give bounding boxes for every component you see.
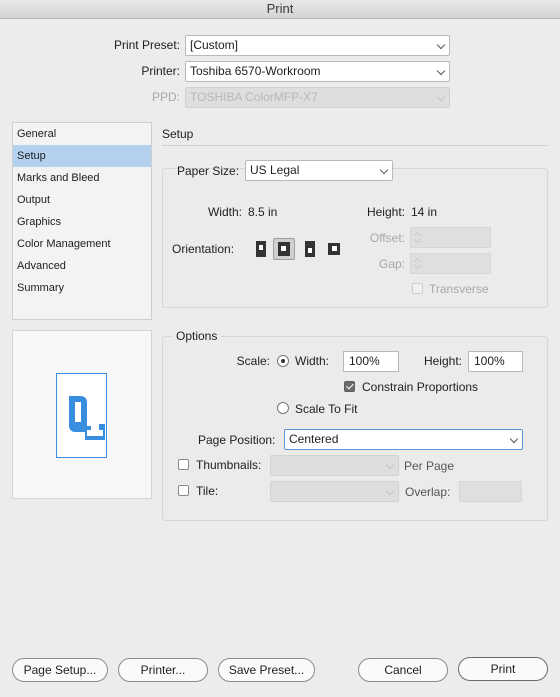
save-preset-button[interactable]: Save Preset... bbox=[218, 658, 315, 682]
gap-label: Gap: bbox=[378, 257, 405, 271]
sidebar-item-setup[interactable]: Setup bbox=[13, 145, 151, 167]
scale-width-field[interactable]: 100% bbox=[343, 351, 399, 372]
transverse-label: Transverse bbox=[429, 282, 489, 296]
page-position-value: Centered bbox=[289, 432, 339, 446]
preview-page bbox=[56, 373, 107, 458]
scale-width-radio[interactable] bbox=[277, 355, 289, 367]
tile-select bbox=[270, 481, 399, 502]
paper-width-label: Width: bbox=[207, 205, 242, 219]
printer-button[interactable]: Printer... bbox=[118, 658, 208, 682]
offset-label: Offset: bbox=[369, 231, 405, 245]
offset-field bbox=[410, 227, 491, 248]
print-button[interactable]: Print bbox=[458, 657, 548, 681]
sidebar-item-general[interactable]: General bbox=[13, 123, 151, 145]
scale-label: Scale: bbox=[236, 354, 270, 368]
sidebar-item-color-management[interactable]: Color Management bbox=[13, 233, 151, 255]
page-setup-button[interactable]: Page Setup... bbox=[12, 658, 108, 682]
cancel-button[interactable]: Cancel bbox=[358, 658, 448, 682]
options-section-title: Options bbox=[172, 328, 222, 344]
print-preset-select[interactable]: [Custom] bbox=[185, 35, 450, 56]
printer-label: Printer: bbox=[141, 64, 180, 78]
stepper-icon bbox=[414, 256, 422, 270]
ppd-value: TOSHIBA ColorMFP-X7 bbox=[190, 90, 318, 104]
thumbnails-checkbox[interactable] bbox=[178, 459, 189, 470]
portrait-orientation-button[interactable] bbox=[250, 238, 272, 260]
transverse-checkbox bbox=[412, 283, 423, 294]
chevron-down-icon bbox=[509, 434, 519, 444]
paper-height-label: Height: bbox=[366, 205, 405, 219]
chevron-down-icon bbox=[385, 486, 395, 496]
paper-size-value: US Legal bbox=[250, 163, 300, 177]
tile-label: Tile: bbox=[196, 484, 219, 498]
printer-select[interactable]: Toshiba 6570-Workroom bbox=[185, 61, 450, 82]
gap-field bbox=[410, 253, 491, 274]
portrait-icon bbox=[256, 241, 266, 257]
print-preset-value: [Custom] bbox=[190, 38, 239, 52]
chevron-down-icon bbox=[436, 40, 446, 50]
chevron-down-icon bbox=[436, 92, 446, 102]
thumbnails-select bbox=[270, 455, 399, 476]
scale-height-label: Height: bbox=[423, 354, 462, 368]
landscape-orientation-button[interactable] bbox=[273, 238, 295, 260]
tile-checkbox[interactable] bbox=[178, 485, 189, 496]
orientation-label: Orientation: bbox=[172, 242, 235, 256]
printer-value: Toshiba 6570-Workroom bbox=[190, 64, 321, 78]
print-preset-label: Print Preset: bbox=[113, 38, 180, 52]
paper-height-value: 14 in bbox=[411, 205, 438, 219]
sidebar-item-graphics[interactable]: Graphics bbox=[13, 211, 151, 233]
page-position-label: Page Position: bbox=[198, 433, 276, 447]
paper-size-label: Paper Size: bbox=[177, 164, 240, 178]
constrain-proportions-label: Constrain Proportions bbox=[362, 380, 479, 394]
scale-to-fit-radio[interactable] bbox=[277, 402, 289, 414]
thumbnails-label: Thumbnails: bbox=[196, 458, 262, 472]
scale-width-label: Width: bbox=[295, 354, 330, 368]
paper-size-select[interactable]: US Legal bbox=[245, 160, 393, 181]
sidebar-item-marks-and-bleed[interactable]: Marks and Bleed bbox=[13, 167, 151, 189]
sidebar-item-summary[interactable]: Summary bbox=[13, 277, 151, 299]
preview-content-icon bbox=[69, 396, 105, 440]
page-position-select[interactable]: Centered bbox=[284, 429, 523, 450]
category-sidebar: General Setup Marks and Bleed Output Gra… bbox=[12, 122, 152, 320]
window-title: Print bbox=[0, 0, 560, 19]
constrain-proportions-checkbox[interactable] bbox=[344, 381, 355, 392]
sidebar-item-advanced[interactable]: Advanced bbox=[13, 255, 151, 277]
paper-width-value: 8.5 in bbox=[248, 205, 278, 219]
page-preview bbox=[12, 330, 152, 499]
scale-to-fit-label: Scale To Fit bbox=[295, 402, 358, 416]
ppd-label: PPD: bbox=[151, 90, 180, 104]
reverse-portrait-orientation-button[interactable] bbox=[299, 238, 321, 260]
overlap-field bbox=[459, 481, 522, 502]
landscape-icon bbox=[278, 242, 290, 256]
scale-height-field[interactable]: 100% bbox=[468, 351, 523, 372]
overlap-label: Overlap: bbox=[405, 485, 451, 499]
chevron-down-icon bbox=[385, 460, 395, 470]
stepper-icon bbox=[414, 230, 422, 244]
per-page-label: Per Page bbox=[404, 459, 455, 473]
reverse-portrait-icon bbox=[305, 241, 315, 257]
chevron-down-icon bbox=[379, 165, 389, 175]
chevron-down-icon bbox=[436, 66, 446, 76]
ppd-select: TOSHIBA ColorMFP-X7 bbox=[185, 87, 450, 108]
setup-divider bbox=[162, 145, 548, 146]
setup-section-title: Setup bbox=[162, 127, 194, 141]
sidebar-item-output[interactable]: Output bbox=[13, 189, 151, 211]
